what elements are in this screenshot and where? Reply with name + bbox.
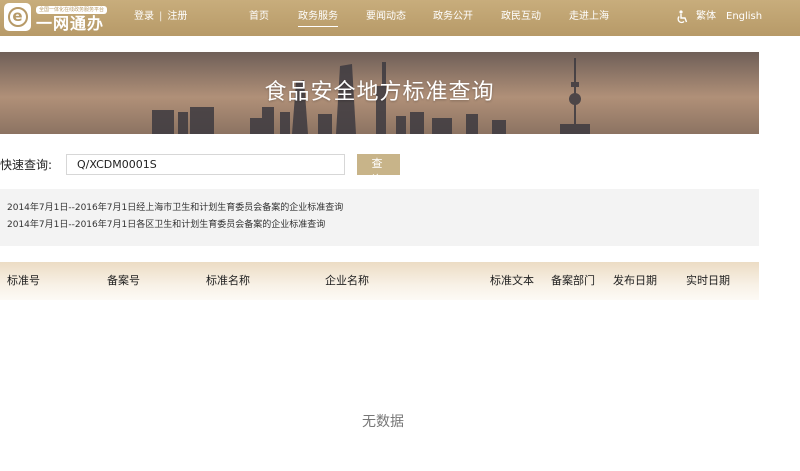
english-link[interactable]: English xyxy=(726,10,762,24)
wheelchair-icon[interactable] xyxy=(676,10,688,24)
search-button[interactable]: 查 询 xyxy=(357,154,400,186)
logo-name: 一网通办 xyxy=(36,14,105,33)
login-link[interactable]: 登录 xyxy=(134,11,154,22)
right-tools: 繁体 English xyxy=(676,10,762,24)
column-filing-number: 备案号 xyxy=(107,274,140,287)
scope-option-municipal[interactable]: 2014年7月1日--2016年7月1日经上海市卫生和计划生育委员会备案的企业标… xyxy=(7,202,343,214)
column-standard-text: 标准文本 xyxy=(490,274,534,287)
search-label: 快速查询: xyxy=(0,158,53,172)
logo-badge-icon: e xyxy=(4,3,31,31)
hero-banner: 食品安全地方标准查询 xyxy=(0,52,759,134)
nav-item-interaction[interactable]: 政民互动 xyxy=(501,10,541,24)
results-table-header: 标准号 备案号 标准名称 企业名称 标准文本 备案部门 发布日期 实时日期 xyxy=(0,262,759,300)
column-company-name: 企业名称 xyxy=(325,274,369,287)
search-input[interactable] xyxy=(66,154,345,175)
auth-divider: | xyxy=(159,11,163,22)
column-standard-name: 标准名称 xyxy=(206,274,250,287)
column-publish-date: 发布日期 xyxy=(613,274,657,287)
empty-state-message: 无数据 xyxy=(362,414,404,430)
scope-option-district[interactable]: 2014年7月1日--2016年7月1日各区卫生和计划生育委员会备案的企业标准查… xyxy=(7,219,325,231)
nav-item-home[interactable]: 首页 xyxy=(249,10,269,24)
top-header: e 全国一体化在线政务服务平台 一网通办 登录 | 注册 首页 政务服务 要闻动态 … xyxy=(0,0,800,36)
auth-links: 登录 | 注册 xyxy=(134,10,187,24)
nav-item-news[interactable]: 要闻动态 xyxy=(366,10,406,24)
nav-item-about-shanghai[interactable]: 走进上海 xyxy=(569,10,609,24)
nav-item-government-services[interactable]: 政务服务 xyxy=(298,10,338,27)
site-logo[interactable]: e 全国一体化在线政务服务平台 一网通办 xyxy=(4,3,114,33)
column-effective-date: 实时日期 xyxy=(686,274,730,287)
nav-item-open-government[interactable]: 政务公开 xyxy=(433,10,473,24)
logo-tagline: 全国一体化在线政务服务平台 xyxy=(36,6,108,14)
column-standard-number: 标准号 xyxy=(7,274,40,287)
traditional-chinese-link[interactable]: 繁体 xyxy=(696,10,716,24)
register-link[interactable]: 注册 xyxy=(167,11,187,22)
scope-panel: 2014年7月1日--2016年7月1日经上海市卫生和计划生育委员会备案的企业标… xyxy=(0,189,759,246)
column-filing-department: 备案部门 xyxy=(551,274,595,287)
page-title: 食品安全地方标准查询 xyxy=(264,80,495,105)
